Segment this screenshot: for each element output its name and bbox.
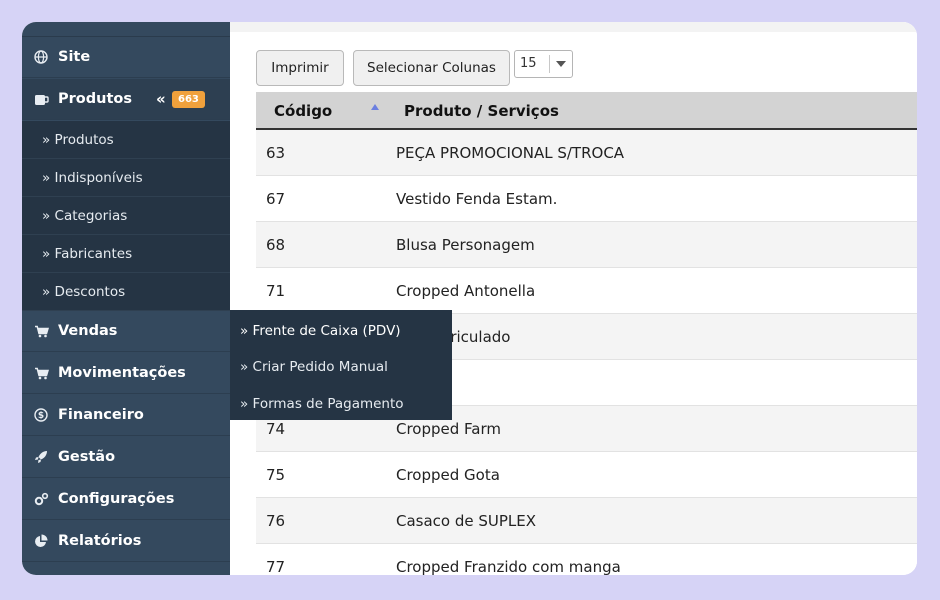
sidebar-item-relatorios[interactable]: Relatórios xyxy=(22,521,230,562)
table-header: Código Produto / Serviços xyxy=(256,92,917,130)
table-row[interactable]: 68 Blusa Personagem xyxy=(256,222,917,268)
cell-code: 74 xyxy=(266,420,286,438)
collapse-icon[interactable]: « xyxy=(156,90,166,108)
menu-item-criar-pedido-manual[interactable]: » Criar Pedido Manual xyxy=(230,348,452,385)
sidebar-item-produtos[interactable]: Produtos « 663 xyxy=(22,79,230,120)
select-divider xyxy=(549,55,550,73)
sidebar-item-label: Site xyxy=(58,49,91,65)
sidebar-item-label: Vendas xyxy=(58,323,118,339)
box-icon xyxy=(33,91,49,107)
sidebar-item-label: Produtos xyxy=(58,91,132,107)
sidebar-item-vendas[interactable]: Vendas xyxy=(22,311,230,352)
sort-asc-icon[interactable] xyxy=(371,104,379,110)
sidebar-item-site[interactable]: Site xyxy=(22,37,230,78)
sidebar-item-label: Relatórios xyxy=(58,533,142,549)
table-row[interactable]: 76 Casaco de SUPLEX xyxy=(256,498,917,544)
select-columns-button[interactable]: Selecionar Colunas xyxy=(353,50,510,86)
submenu-item-categorias[interactable]: » Categorias xyxy=(22,197,230,235)
cell-product: Cropped Antonella xyxy=(396,282,536,300)
app-window: Site Produtos « 663 » Produtos » Indispo… xyxy=(22,22,917,575)
column-header-code[interactable]: Código xyxy=(274,102,332,120)
chevron-down-icon xyxy=(556,61,566,67)
cell-product: Cropped Farm xyxy=(396,420,502,438)
main-content: Imprimir Selecionar Colunas 15 Código Pr… xyxy=(230,22,917,575)
table-row[interactable]: 75 Cropped Gota xyxy=(256,452,917,498)
dollar-icon: $ xyxy=(33,407,49,423)
vendas-flyout-menu: » Frente de Caixa (PDV) » Criar Pedido M… xyxy=(230,310,452,420)
print-button[interactable]: Imprimir xyxy=(256,50,344,86)
table-row[interactable]: 63 PEÇA PROMOCIONAL S/TROCA xyxy=(256,130,917,176)
cell-code: 75 xyxy=(266,466,286,484)
cell-code: 76 xyxy=(266,512,286,530)
cell-code: 71 xyxy=(266,282,286,300)
submenu-item-descontos[interactable]: » Descontos xyxy=(22,273,230,311)
page-size-value: 15 xyxy=(520,56,537,71)
cell-product: Cropped Gota xyxy=(396,466,500,484)
sidebar-item-financeiro[interactable]: $ Financeiro xyxy=(22,395,230,436)
table-row[interactable]: 77 Cropped Franzido com manga xyxy=(256,544,917,575)
cell-product: PEÇA PROMOCIONAL S/TROCA xyxy=(396,144,625,162)
table-row[interactable]: 71 Cropped Antonella xyxy=(256,268,917,314)
sidebar-item-label: Configurações xyxy=(58,491,175,507)
cell-product: Cropped Franzido com manga xyxy=(396,558,621,575)
column-header-product[interactable]: Produto / Serviços xyxy=(404,102,559,120)
cell-code: 77 xyxy=(266,558,286,575)
main-top-strip xyxy=(230,22,917,32)
page-size-select[interactable]: 15 xyxy=(514,50,573,78)
sidebar-item-label: Gestão xyxy=(58,449,116,465)
svg-text:$: $ xyxy=(38,411,44,421)
submenu-item-produtos[interactable]: » Produtos xyxy=(22,121,230,159)
cart-icon xyxy=(33,365,49,381)
cart-icon xyxy=(33,323,49,339)
sidebar: Site Produtos « 663 » Produtos » Indispo… xyxy=(22,22,230,575)
sidebar-item-gestao[interactable]: Gestão xyxy=(22,437,230,478)
globe-icon xyxy=(33,49,49,65)
cell-product: Vestido Fenda Estam. xyxy=(396,190,558,208)
table-row[interactable]: 67 Vestido Fenda Estam. xyxy=(256,176,917,222)
sidebar-top-strip xyxy=(22,22,230,37)
sidebar-item-label: Movimentações xyxy=(58,365,186,381)
submenu-item-indisponiveis[interactable]: » Indisponíveis xyxy=(22,159,230,197)
cell-product: Casaco de SUPLEX xyxy=(396,512,537,530)
menu-item-formas-de-pagamento[interactable]: » Formas de Pagamento xyxy=(230,385,452,422)
sidebar-item-movimentacoes[interactable]: Movimentações xyxy=(22,353,230,394)
cell-code: 67 xyxy=(266,190,286,208)
cell-code: 63 xyxy=(266,144,286,162)
gears-icon xyxy=(33,491,49,507)
cell-product: Blusa Personagem xyxy=(396,236,535,254)
pie-chart-icon xyxy=(33,533,49,549)
count-badge: 663 xyxy=(172,91,205,108)
sidebar-item-configuracoes[interactable]: Configurações xyxy=(22,479,230,520)
sidebar-item-label: Financeiro xyxy=(58,407,144,423)
menu-item-frente-de-caixa[interactable]: » Frente de Caixa (PDV) xyxy=(230,312,452,349)
submenu-item-fabricantes[interactable]: » Fabricantes xyxy=(22,235,230,273)
rocket-icon xyxy=(33,449,49,465)
cell-code: 68 xyxy=(266,236,286,254)
